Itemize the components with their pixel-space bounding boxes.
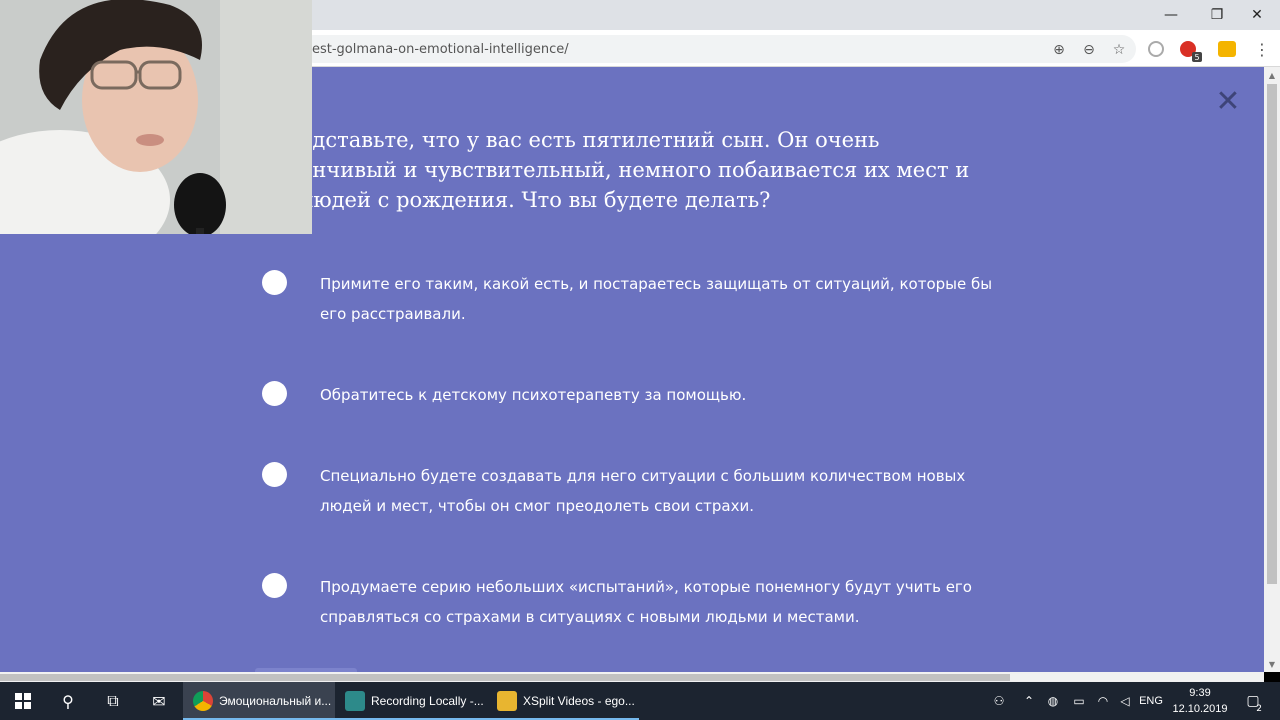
search-icon[interactable]: ⚲ bbox=[45, 682, 91, 720]
address-bar[interactable]: est-golmana-on-emotional-intelligence/ ⊕… bbox=[300, 35, 1136, 63]
webcam-person-image bbox=[0, 0, 312, 234]
clock[interactable]: 9:39 12.10.2019 bbox=[1168, 685, 1232, 717]
install-icon[interactable]: ⊕ bbox=[1048, 39, 1070, 61]
tray-app-icon[interactable]: ◍ bbox=[1044, 682, 1062, 720]
taskbar-app-chrome[interactable]: Эмоциональный и... bbox=[183, 682, 335, 720]
vertical-scroll-thumb[interactable] bbox=[1267, 84, 1277, 584]
people-icon[interactable]: ⚇ bbox=[988, 682, 1010, 720]
horizontal-scrollbar[interactable] bbox=[0, 672, 1264, 682]
answer-text[interactable]: Продумаете серию небольших «испытаний», … bbox=[320, 572, 1020, 632]
scroll-up-arrow-icon[interactable]: ▲ bbox=[1264, 67, 1280, 83]
folder-icon bbox=[497, 691, 517, 711]
taskbar-app-label: Recording Locally -... bbox=[371, 694, 484, 708]
tray-chevron-icon[interactable]: ⌃ bbox=[1020, 682, 1038, 720]
clock-date: 12.10.2019 bbox=[1172, 703, 1228, 715]
taskbar-app-label: XSplit Videos - ego... bbox=[523, 694, 635, 708]
extension-icon[interactable] bbox=[1148, 41, 1164, 57]
scroll-down-arrow-icon[interactable]: ▼ bbox=[1264, 656, 1280, 672]
browser-menu-icon[interactable]: ⋮ bbox=[1252, 39, 1272, 59]
taskbar-app-label: Эмоциональный и... bbox=[219, 694, 332, 708]
extension-badge-count: 5 bbox=[1192, 52, 1202, 62]
close-quiz-button[interactable]: ✕ bbox=[1213, 84, 1243, 120]
zoom-icon[interactable]: ⊖ bbox=[1078, 39, 1100, 61]
chrome-icon bbox=[193, 691, 213, 711]
radio-button[interactable] bbox=[262, 270, 287, 295]
radio-button[interactable] bbox=[262, 381, 287, 406]
volume-icon[interactable]: ◁ bbox=[1116, 682, 1134, 720]
extension-badge-icon[interactable]: 5 bbox=[1178, 39, 1202, 62]
radio-button[interactable] bbox=[262, 573, 287, 598]
webcam-overlay bbox=[0, 0, 312, 234]
windows-start-icon[interactable] bbox=[0, 682, 46, 720]
answer-text[interactable]: Обратитесь к детскому психотерапевту за … bbox=[320, 380, 1020, 410]
answer-text[interactable]: Примите его таким, какой есть, и постара… bbox=[320, 269, 1020, 329]
bookmark-star-icon[interactable]: ☆ bbox=[1108, 39, 1130, 61]
taskbar-app-recording[interactable]: Recording Locally -... bbox=[335, 682, 487, 720]
radio-button[interactable] bbox=[262, 462, 287, 487]
url-text[interactable]: est-golmana-on-emotional-intelligence/ bbox=[312, 42, 569, 57]
mail-icon[interactable]: ✉ bbox=[136, 682, 182, 720]
answer-text[interactable]: Специально будете создавать для него сит… bbox=[320, 461, 1020, 521]
close-window-button[interactable]: ✕ bbox=[1234, 0, 1280, 30]
wifi-icon[interactable]: ◠ bbox=[1094, 682, 1112, 720]
horizontal-scroll-thumb[interactable] bbox=[0, 674, 1010, 681]
vertical-scrollbar[interactable]: ▲ ▼ bbox=[1264, 67, 1280, 672]
extension-icon-yellow[interactable] bbox=[1218, 41, 1236, 57]
task-view-icon[interactable]: ⧉ bbox=[90, 682, 136, 720]
minimize-button[interactable]: — bbox=[1148, 0, 1194, 30]
taskbar-app-folder[interactable]: XSplit Videos - ego... bbox=[487, 682, 639, 720]
recording-app-icon bbox=[345, 691, 365, 711]
notification-count: 2 bbox=[1256, 704, 1262, 714]
battery-icon[interactable]: ▭ bbox=[1070, 682, 1088, 720]
quiz-question: едставьте, что у вас есть пятилетний сын… bbox=[300, 128, 970, 212]
windows-taskbar: ⚲ ⧉ ✉ Эмоциональный и... Recording Local… bbox=[0, 682, 1280, 720]
language-indicator[interactable]: ENG bbox=[1138, 682, 1164, 720]
clock-time: 9:39 bbox=[1189, 687, 1211, 699]
notifications-icon[interactable]: ▢ 2 bbox=[1238, 682, 1268, 720]
